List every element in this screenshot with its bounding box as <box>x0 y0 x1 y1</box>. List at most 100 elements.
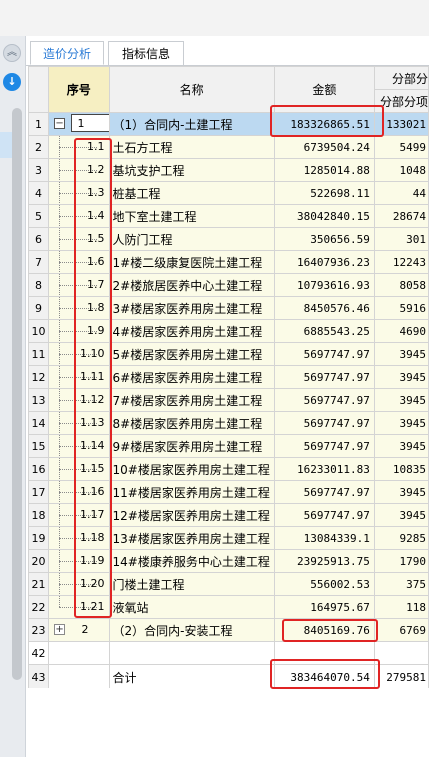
seq-cell: 1.21 <box>48 595 110 619</box>
tab-index-info[interactable]: 指标信息 <box>108 41 184 65</box>
left-side-panel: ︽ ↓ <box>0 36 26 757</box>
row-number: 13 <box>27 388 50 412</box>
seq-cell: 1.15 <box>48 457 110 481</box>
seq-cell: 1.17 <box>48 503 110 527</box>
table-row[interactable]: 42 <box>27 641 429 665</box>
seq-cell: 1.19 <box>48 549 110 573</box>
table-row[interactable]: 12 1.11 6#楼居家医养用房土建工程 5697747.97 3945 <box>27 365 429 389</box>
row-number: 6 <box>27 227 50 251</box>
amount-cell: 5697747.97 <box>273 411 375 435</box>
table-row[interactable]: 43 合计 383464070.54 279581 <box>27 664 429 691</box>
seq-number: 1.4 <box>87 209 105 222</box>
row-number: 21 <box>27 572 50 596</box>
seq-cell: 1.5 <box>48 227 110 251</box>
table-row[interactable]: 17 1.16 11#楼居家医养用房土建工程 5697747.97 3945 <box>27 480 429 504</box>
table-row[interactable]: 20 1.19 14#楼康养服务中心土建工程 23925913.75 1790 <box>27 549 429 573</box>
table-row[interactable]: 6 1.5 人防门工程 350656.59 301 <box>27 227 429 251</box>
seq-number: 1.17 <box>80 508 105 521</box>
amount-cell: 5697747.97 <box>273 503 375 527</box>
part-column-header-top[interactable]: 分部分 <box>373 66 429 90</box>
top-toolbar <box>0 0 429 36</box>
part-amount-cell: 5916 <box>373 296 429 320</box>
part-column-header-bottom[interactable]: 分部分项 <box>373 89 429 113</box>
seq-cell: 1.4 <box>48 204 110 228</box>
table-row[interactable]: 22 1.21 液氧站 164975.67 118 <box>27 595 429 619</box>
table-row[interactable]: 11 1.10 5#楼居家医养用房土建工程 5697747.97 3945 <box>27 342 429 366</box>
table-row[interactable]: 1−1 （1）合同内-土建工程 183326865.51 133021 <box>27 112 429 136</box>
table-row[interactable]: 2 1.1 土石方工程 6739504.24 5499 <box>27 135 429 159</box>
amount-cell: 8405169.76 <box>273 618 375 642</box>
amount-cell: 183326865.51 <box>273 112 375 136</box>
seq-cell: +2 <box>48 618 110 642</box>
row-number: 5 <box>27 204 50 228</box>
name-cell: 1#楼二级康复医院土建工程 <box>108 250 275 274</box>
amount-column-header[interactable]: 金额 <box>273 66 375 113</box>
part-amount-cell: 133021 <box>373 112 429 136</box>
row-number: 22 <box>27 595 50 619</box>
name-cell: 桩基工程 <box>108 181 275 205</box>
table-row[interactable]: 5 1.4 地下室土建工程 38042840.15 28674 <box>27 204 429 228</box>
name-cell: 12#楼居家医养用房土建工程 <box>108 503 275 527</box>
table-row[interactable]: 15 1.14 9#楼居家医养用房土建工程 5697747.97 3945 <box>27 434 429 458</box>
amount-cell: 6885543.25 <box>273 319 375 343</box>
row-number: 14 <box>27 411 50 435</box>
name-cell: 7#楼居家医养用房土建工程 <box>108 388 275 412</box>
name-cell: 5#楼居家医养用房土建工程 <box>108 342 275 366</box>
seq-number: 1.12 <box>80 393 105 406</box>
seq-number: 1.7 <box>87 278 105 291</box>
table-row[interactable]: 14 1.13 8#楼居家医养用房土建工程 5697747.97 3945 <box>27 411 429 435</box>
seq-cell: 1.8 <box>48 296 110 320</box>
seq-cell: 1.13 <box>48 411 110 435</box>
part-amount-cell: 3945 <box>373 503 429 527</box>
part-amount-cell: 4690 <box>373 319 429 343</box>
table-row[interactable]: 19 1.18 13#楼居家医养用房土建工程 13084339.1 9285 <box>27 526 429 550</box>
seq-number: 1.1 <box>87 140 105 153</box>
amount-cell: 13084339.1 <box>273 526 375 550</box>
amount-cell: 10793616.93 <box>273 273 375 297</box>
seq-number: 1.21 <box>80 600 105 613</box>
table-row[interactable]: 21 1.20 门楼土建工程 556002.53 375 <box>27 572 429 596</box>
amount-cell: 1285014.88 <box>273 158 375 182</box>
name-column-header[interactable]: 名称 <box>108 66 275 113</box>
amount-cell: 16233011.83 <box>273 457 375 481</box>
name-cell: 9#楼居家医养用房土建工程 <box>108 434 275 458</box>
name-cell: 人防门工程 <box>108 227 275 251</box>
name-cell: 6#楼居家医养用房土建工程 <box>108 365 275 389</box>
table-row[interactable]: 10 1.9 4#楼居家医养用房土建工程 6885543.25 4690 <box>27 319 429 343</box>
expand-icon[interactable]: + <box>54 624 66 635</box>
part-amount-cell: 5499 <box>373 135 429 159</box>
seq-cell: 1.18 <box>48 526 110 550</box>
row-number: 42 <box>27 641 50 665</box>
name-cell: 14#楼康养服务中心土建工程 <box>108 549 275 573</box>
table-row[interactable]: 23 +2 （2）合同内-安装工程 8405169.76 6769 <box>27 618 429 642</box>
part-amount-cell: 3945 <box>373 434 429 458</box>
seq-cell: 1.1 <box>48 135 110 159</box>
row-number: 16 <box>27 457 50 481</box>
seq-column-header[interactable]: 序号 <box>48 66 110 113</box>
name-cell: 土石方工程 <box>108 135 275 159</box>
row-number: 43 <box>27 664 50 691</box>
amount-cell: 556002.53 <box>273 572 375 596</box>
table-row[interactable]: 3 1.2 基坑支护工程 1285014.88 1048 <box>27 158 429 182</box>
name-cell: 基坑支护工程 <box>108 158 275 182</box>
amount-cell: 350656.59 <box>273 227 375 251</box>
table-row[interactable]: 4 1.3 桩基工程 522698.11 44 <box>27 181 429 205</box>
table-row[interactable]: 16 1.15 10#楼居家医养用房土建工程 16233011.83 10835 <box>27 457 429 481</box>
row-number: 19 <box>27 526 50 550</box>
download-icon[interactable]: ↓ <box>3 73 21 91</box>
seq-cell: 1.11 <box>48 365 110 389</box>
tab-cost-analysis[interactable]: 造价分析 <box>30 41 104 65</box>
table-row[interactable]: 7 1.6 1#楼二级康复医院土建工程 16407936.23 12243 <box>27 250 429 274</box>
part-amount-cell: 44 <box>373 181 429 205</box>
table-row[interactable]: 18 1.17 12#楼居家医养用房土建工程 5697747.97 3945 <box>27 503 429 527</box>
amount-cell: 522698.11 <box>273 181 375 205</box>
table-row[interactable]: 8 1.7 2#楼旅居医养中心土建工程 10793616.93 8058 <box>27 273 429 297</box>
collapse-up-icon[interactable]: ︽ <box>3 44 21 62</box>
table-row[interactable]: 13 1.12 7#楼居家医养用房土建工程 5697747.97 3945 <box>27 388 429 412</box>
table-row[interactable]: 9 1.8 3#楼居家医养用房土建工程 8450576.46 5916 <box>27 296 429 320</box>
row-number: 15 <box>27 434 50 458</box>
part-amount-cell: 6769 <box>373 618 429 642</box>
seq-cell: 1.12 <box>48 388 110 412</box>
collapse-icon[interactable]: − <box>54 118 66 129</box>
side-scrollbar[interactable] <box>12 108 22 680</box>
